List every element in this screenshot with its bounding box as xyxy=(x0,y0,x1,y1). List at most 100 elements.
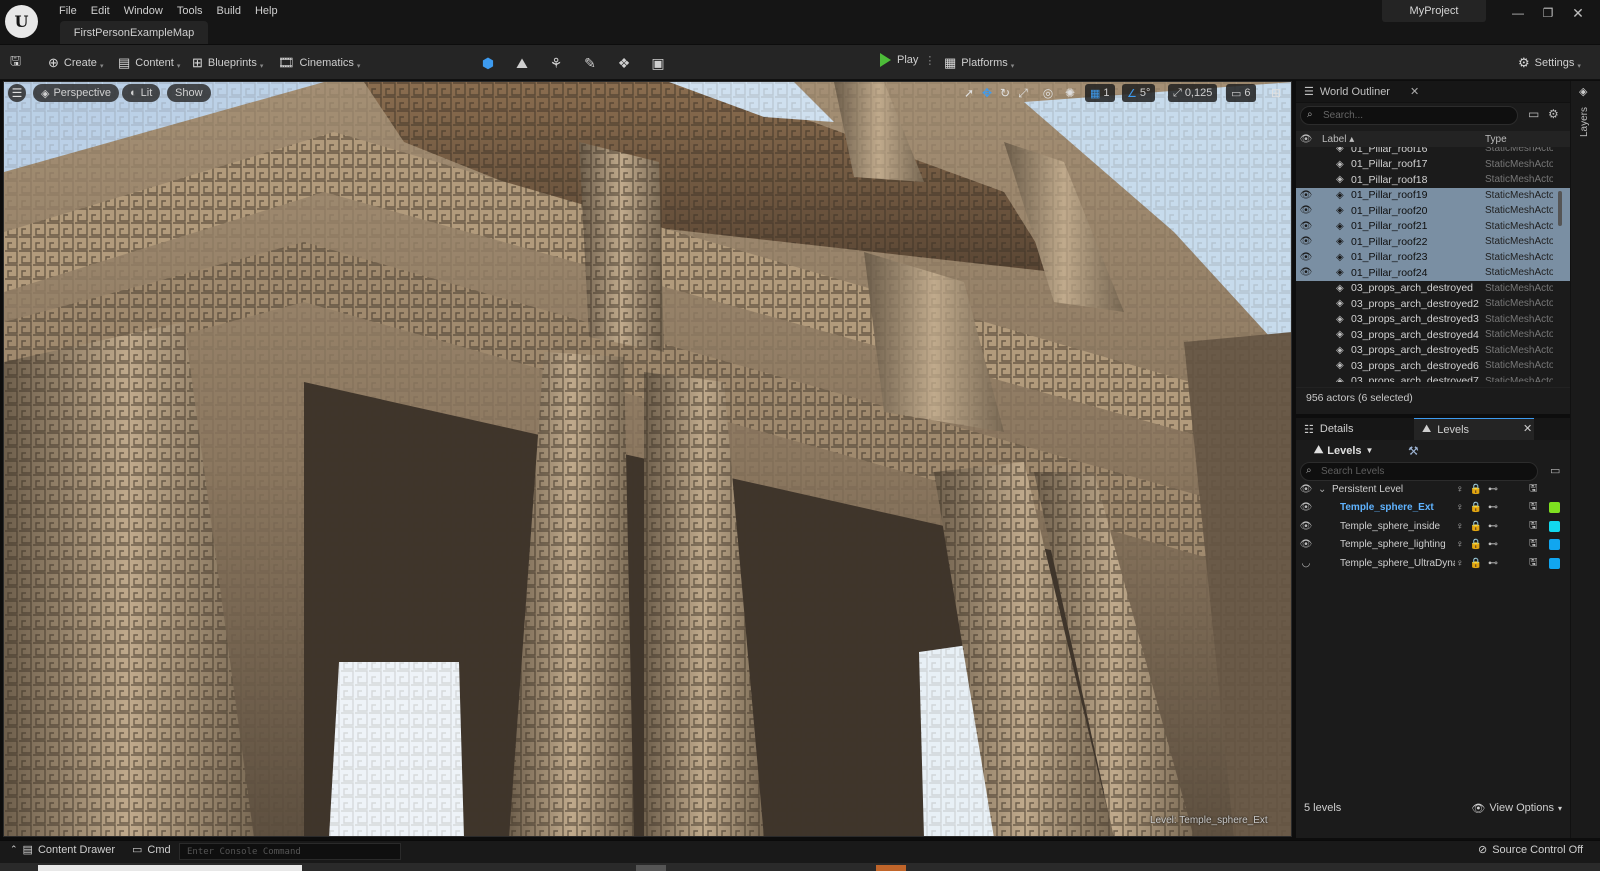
label-column-header[interactable]: Label ▴ xyxy=(1322,134,1482,145)
settings-button[interactable]: ⚙ Settings ▾ xyxy=(1518,45,1581,80)
close-icon[interactable]: ✕ xyxy=(1564,4,1592,22)
collapse-chevron-icon[interactable]: ⌄ xyxy=(1318,484,1326,495)
visibility-column-icon[interactable]: 👁 xyxy=(1296,134,1316,145)
camera-speed-button[interactable]: ▭ 6 xyxy=(1226,84,1256,102)
actors-icon[interactable]: ⊷ xyxy=(1488,521,1498,532)
outliner-row[interactable]: ◈ 01_Pillar_roof16 StaticMeshActor xyxy=(1296,147,1570,157)
level-row[interactable]: 👁 Temple_sphere_inside ♀ 🔒 ⊷ 🖫 xyxy=(1296,517,1570,536)
lit-button[interactable]: ◐ Lit xyxy=(122,84,161,102)
perspective-button[interactable]: ◈ Perspective xyxy=(33,84,119,102)
eye-icon[interactable]: 👁 xyxy=(1296,236,1316,247)
save-level-icon[interactable]: 🖫 xyxy=(1529,499,1538,516)
outliner-row[interactable]: ◈ 01_Pillar_roof18 StaticMeshActor xyxy=(1296,172,1570,188)
layers-tab-label[interactable]: Layers xyxy=(1579,107,1590,137)
outliner-close-icon[interactable]: ✕ xyxy=(1410,85,1419,98)
actors-icon[interactable]: ⊷ xyxy=(1488,484,1498,495)
outliner-row[interactable]: ◈ 03_props_arch_destroyed5 StaticMeshActor xyxy=(1296,343,1570,359)
select-mode-icon[interactable]: ⬢ xyxy=(478,53,498,73)
level-row[interactable]: 👁 Temple_sphere_lighting ♀ 🔒 ⊷ 🖫 xyxy=(1296,536,1570,555)
outliner-row[interactable]: ◈ 01_Pillar_roof17 StaticMeshActor xyxy=(1296,157,1570,173)
menu-file[interactable]: File xyxy=(52,5,84,17)
map-tab[interactable]: FirstPersonExampleMap xyxy=(60,21,208,44)
save-level-icon[interactable]: 🖫 xyxy=(1529,518,1538,535)
outliner-row[interactable]: 👁 ◈ 01_Pillar_roof19 StaticMeshActor xyxy=(1296,187,1570,203)
persistent-level-row[interactable]: 👁 ⌄ Persistent Level ♀ 🔒 ⊷ 🖫 xyxy=(1296,480,1570,499)
layers-icon[interactable]: ◈ xyxy=(1579,85,1587,98)
save-icon[interactable]: 🖫 xyxy=(10,45,21,80)
outliner-row[interactable]: 👁 ◈ 01_Pillar_roof23 StaticMeshActor xyxy=(1296,249,1570,265)
lock-icon[interactable]: 🔒 xyxy=(1470,502,1482,513)
levels-tab-close-icon[interactable]: ✕ xyxy=(1523,422,1532,435)
lighting-icon[interactable]: ♀ xyxy=(1456,558,1464,569)
content-drawer-button[interactable]: ⌃ ▤ Content Drawer xyxy=(10,843,115,857)
actors-icon[interactable]: ⊷ xyxy=(1488,558,1498,569)
show-button[interactable]: Show xyxy=(167,84,211,102)
eye-icon[interactable]: 👁 xyxy=(1296,484,1316,495)
surface-snap-icon[interactable]: ✺ xyxy=(1062,84,1078,102)
scale-snap-toggle[interactable]: ⤢ 0,125 xyxy=(1168,84,1218,102)
cmd-button[interactable]: ▭ Cmd xyxy=(132,843,171,857)
world-local-icon[interactable]: ◎ xyxy=(1040,84,1056,102)
outliner-search-input[interactable]: ⌕ Search... xyxy=(1300,106,1518,125)
play-options-icon[interactable]: ⋮ xyxy=(924,54,935,67)
cinematics-button[interactable]: 🎞 Cinematics ▾ xyxy=(278,45,360,80)
outliner-row[interactable]: ◈ 03_props_arch_destroyed6 StaticMeshActor xyxy=(1296,358,1570,374)
lighting-icon[interactable]: ♀ xyxy=(1456,484,1464,495)
outliner-row[interactable]: 👁 ◈ 01_Pillar_roof24 StaticMeshActor xyxy=(1296,265,1570,281)
rotation-snap-toggle[interactable]: ∠ 5° xyxy=(1122,84,1156,102)
eye-icon[interactable]: 👁 xyxy=(1296,190,1316,201)
levels-search-input[interactable]: ⌕ Search Levels xyxy=(1300,462,1538,481)
grid-snap-toggle[interactable]: ▦ 1 xyxy=(1085,84,1115,102)
outliner-row[interactable]: 👁 ◈ 01_Pillar_roof21 StaticMeshActor xyxy=(1296,218,1570,234)
fracture-mode-icon[interactable]: ❖ xyxy=(614,53,634,73)
outliner-row[interactable]: 👁 ◈ 01_Pillar_roof20 StaticMeshActor xyxy=(1296,203,1570,219)
lighting-icon[interactable]: ♀ xyxy=(1456,521,1464,532)
select-tool-icon[interactable]: ➚ xyxy=(962,84,976,102)
outliner-row[interactable]: ◈ 03_props_arch_destroyed4 StaticMeshActor xyxy=(1296,327,1570,343)
restore-icon[interactable]: ❐ xyxy=(1534,4,1562,22)
minimize-icon[interactable]: — xyxy=(1504,4,1532,22)
actors-icon[interactable]: ⊷ xyxy=(1488,502,1498,513)
actors-icon[interactable]: ⊷ xyxy=(1488,539,1498,550)
unreal-logo-icon[interactable]: U xyxy=(5,5,38,38)
level-color-swatch[interactable] xyxy=(1549,539,1560,551)
lock-icon[interactable]: 🔒 xyxy=(1470,539,1482,550)
outliner-scrollbar[interactable] xyxy=(1558,191,1562,226)
level-row[interactable]: ◡ Temple_sphere_UltraDynamicSky♀ 🔒 ⊷ 🖫 xyxy=(1296,554,1570,573)
outliner-row[interactable]: ◈ 03_props_arch_destroyed7 StaticMeshActor xyxy=(1296,374,1570,382)
view-options-button[interactable]: 👁 View Options ▾ xyxy=(1471,802,1562,815)
outliner-settings-gear-icon[interactable]: ⚙ xyxy=(1548,107,1559,121)
menu-help[interactable]: Help xyxy=(248,5,285,17)
level-viewport[interactable] xyxy=(3,81,1292,837)
menu-edit[interactable]: Edit xyxy=(84,5,117,17)
create-button[interactable]: ⊕ Create ▾ xyxy=(48,45,103,80)
level-color-swatch[interactable] xyxy=(1549,557,1560,569)
levels-dropdown[interactable]: ⛰ Levels ▼ xyxy=(1314,444,1373,457)
summon-level-details-icon[interactable]: ⚒ xyxy=(1408,444,1419,458)
levels-tab[interactable]: ⛰ Levels xyxy=(1414,418,1534,440)
save-level-icon[interactable]: 🖫 xyxy=(1529,481,1538,498)
content-button[interactable]: ▤ Content ▾ xyxy=(118,45,180,80)
menu-tools[interactable]: Tools xyxy=(170,5,210,17)
eye-closed-icon[interactable]: ◡ xyxy=(1296,558,1316,569)
eye-icon[interactable]: 👁 xyxy=(1296,267,1316,278)
blueprints-button[interactable]: ⊞ Blueprints ▾ xyxy=(192,45,263,80)
eye-icon[interactable]: 👁 xyxy=(1296,221,1316,232)
eye-icon[interactable]: 👁 xyxy=(1296,539,1316,550)
source-control-button[interactable]: ⊘ Source Control Off xyxy=(1478,843,1583,857)
menu-window[interactable]: Window xyxy=(117,5,170,17)
world-outliner-tab[interactable]: ☰ World Outliner ✕ xyxy=(1296,81,1570,103)
lock-icon[interactable]: 🔒 xyxy=(1470,521,1482,532)
save-level-icon[interactable]: 🖫 xyxy=(1529,536,1538,553)
viewport-menu-icon[interactable]: ☰ xyxy=(8,84,26,102)
save-level-icon[interactable]: 🖫 xyxy=(1529,555,1538,572)
landscape-mode-icon[interactable]: ⛰ xyxy=(512,53,532,73)
foliage-mode-icon[interactable]: ⚘ xyxy=(546,53,566,73)
level-color-swatch[interactable] xyxy=(1549,520,1560,532)
add-level-icon[interactable]: ▭ xyxy=(1550,464,1560,477)
rotate-tool-icon[interactable]: ↻ xyxy=(998,84,1012,102)
lighting-icon[interactable]: ♀ xyxy=(1456,539,1464,550)
menu-build[interactable]: Build xyxy=(210,5,248,17)
lock-icon[interactable]: 🔒 xyxy=(1470,558,1482,569)
lighting-icon[interactable]: ♀ xyxy=(1456,502,1464,513)
